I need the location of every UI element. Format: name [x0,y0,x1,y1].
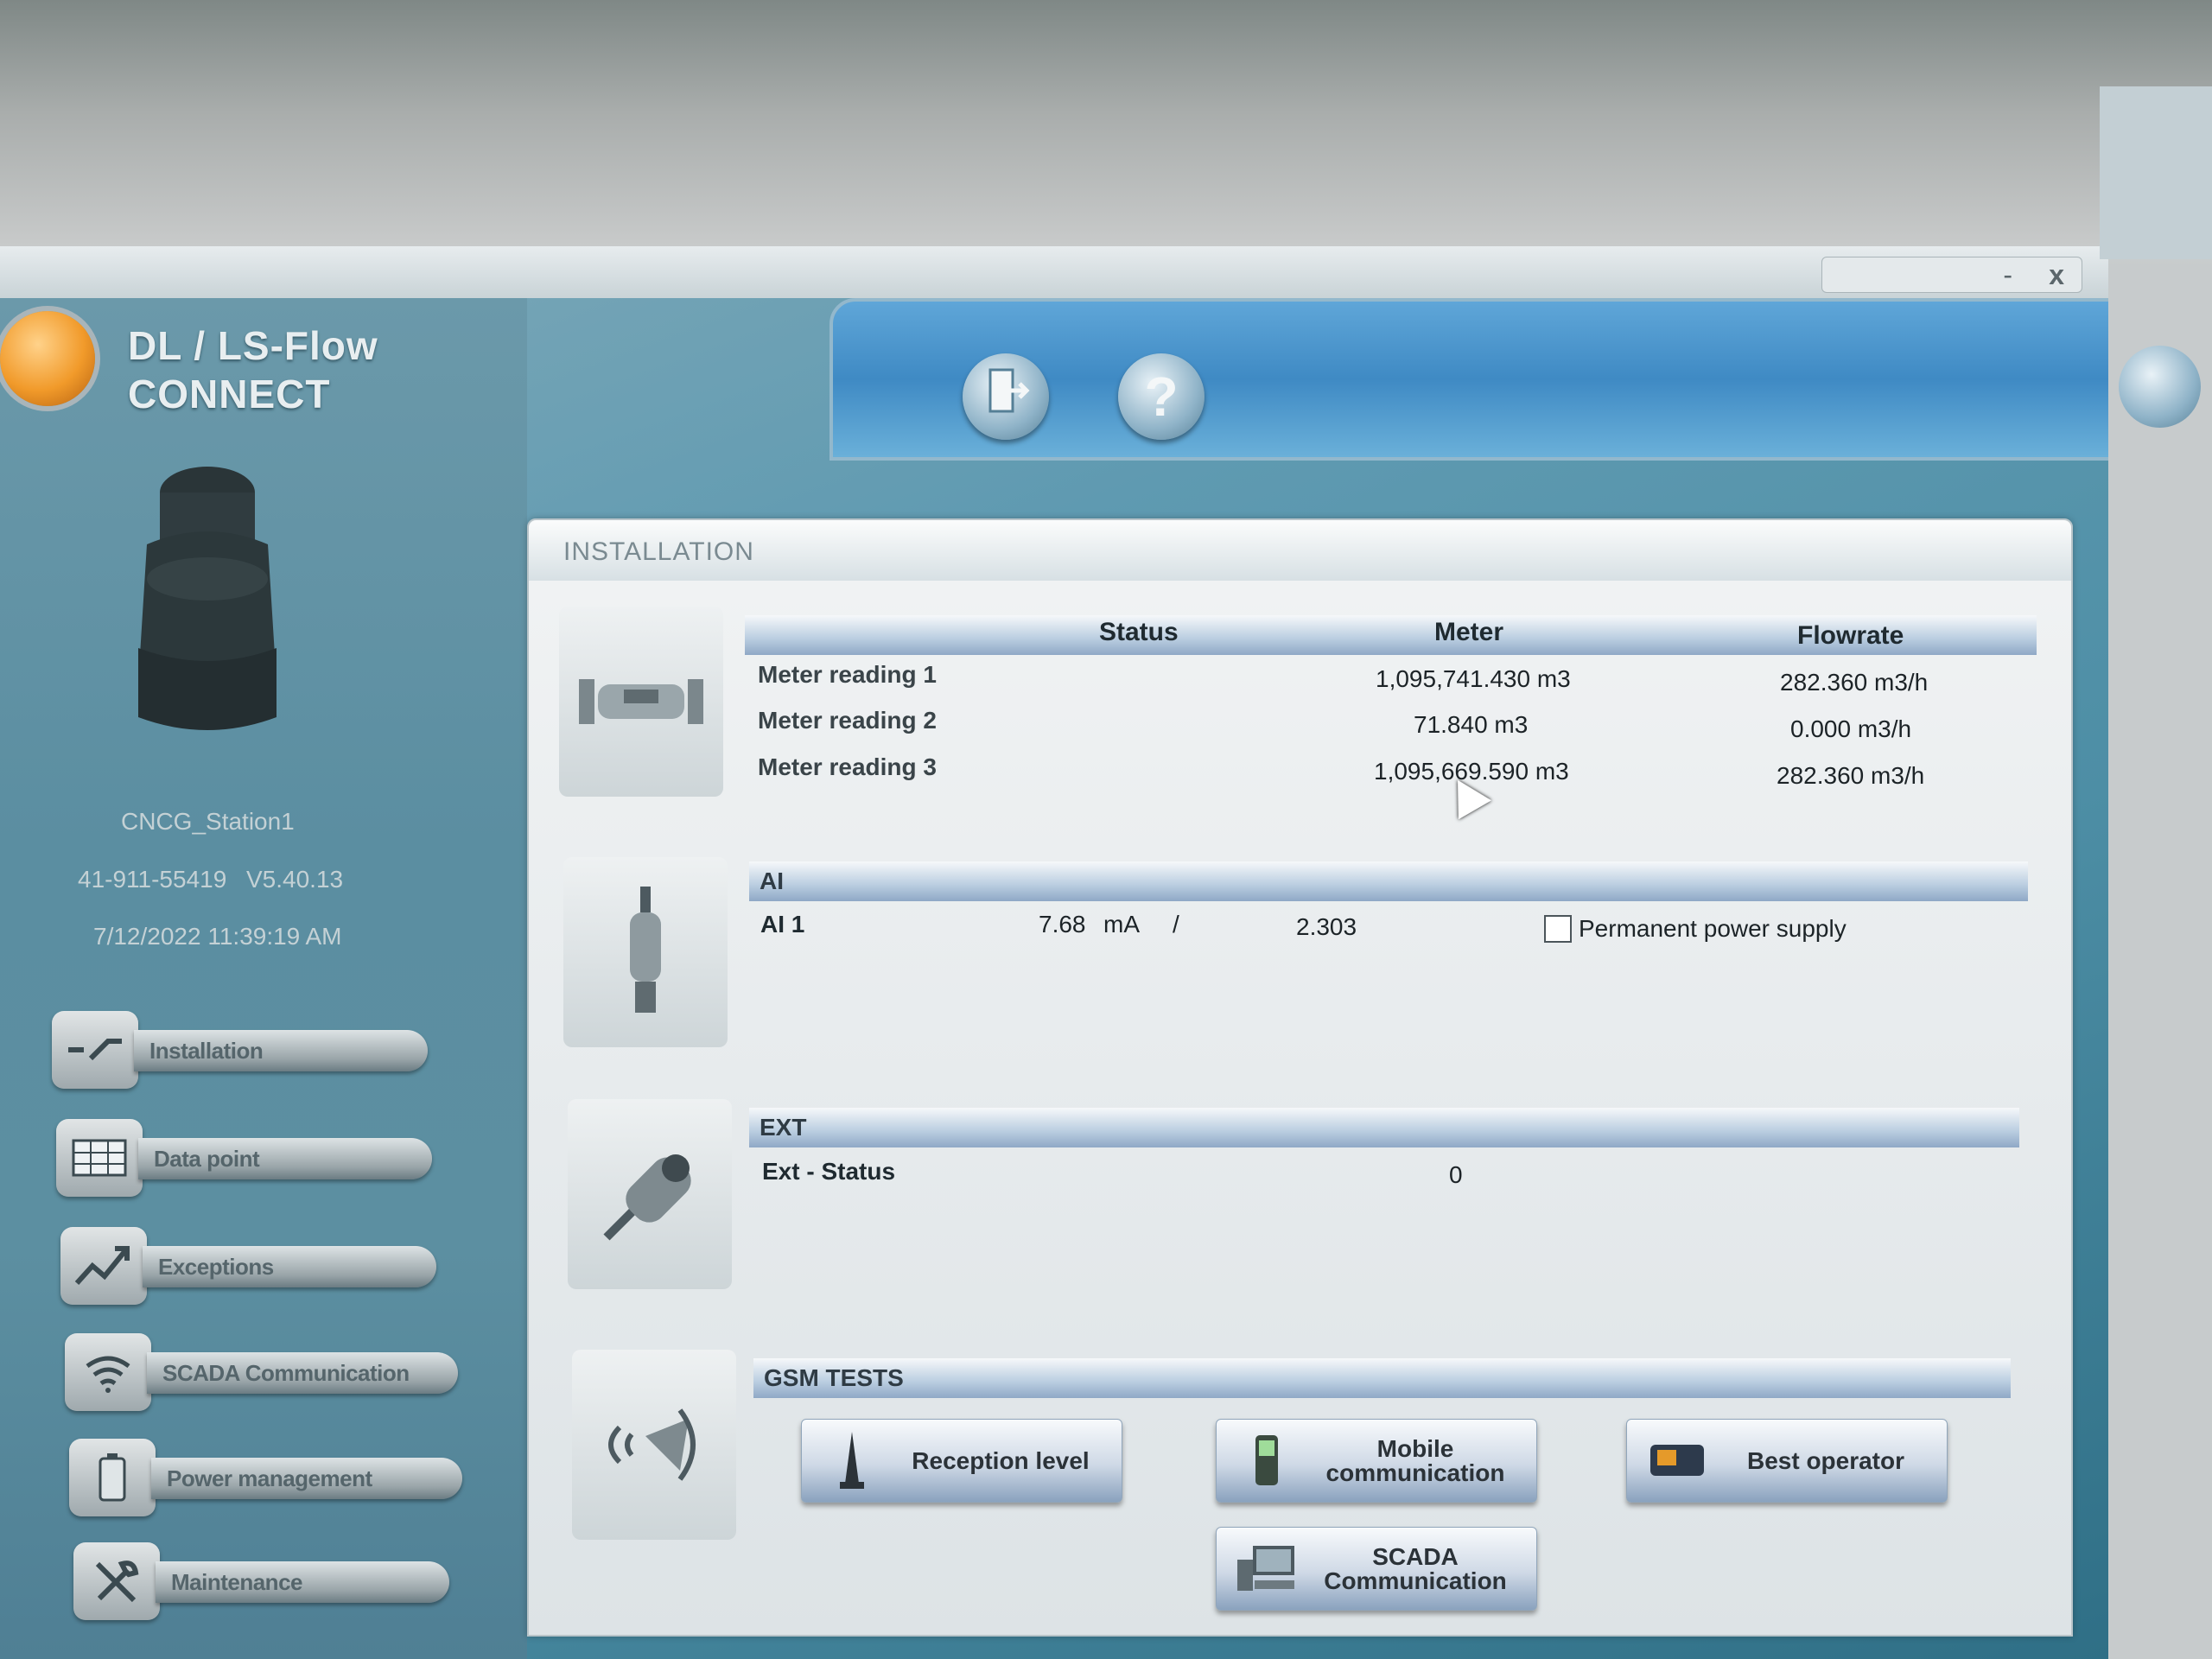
ext-status-value: 0 [1449,1161,1463,1188]
top-toolbar: ? [830,298,2108,461]
app-title-line1: DL / LS-Flow [128,323,378,368]
gsm-tests-header: GSM TESTS [753,1358,2011,1398]
installation-icon [52,1011,138,1089]
close-button[interactable]: x [2049,257,2064,292]
panel-header: INSTALLATION [529,520,2071,581]
exit-button[interactable] [963,353,1049,440]
pressure-sensor-icon [563,857,728,1047]
right-edge-button[interactable] [2119,346,2201,428]
sidebar-item-label: Power management [151,1458,462,1499]
ai-label: AI 1 [760,911,805,938]
window-controls: - x [1821,257,2082,293]
panel-title: INSTALLATION [563,537,754,566]
ai-value: 7.68 [1039,911,1086,938]
help-icon: ? [1144,365,1179,428]
ai-header: AI [749,861,2028,901]
computer-icon [1232,1538,1301,1599]
reception-level-button[interactable]: Reception level [801,1419,1122,1503]
sidebar-item-label: Exceptions [143,1246,436,1287]
firmware-version: V5.40.13 [246,866,344,893]
flowrate-value: 282.360 m3/h [1780,669,1929,696]
reception-level-label: Reception level [912,1446,1090,1474]
exit-door-icon [980,365,1032,429]
best-operator-label: Best operator [1746,1446,1905,1474]
station-name: CNCG_Station1 [121,808,295,835]
device-serial: 41-911-55419 [78,866,227,893]
sidebar-item-label: Data point [138,1138,432,1179]
monitor-bezel [0,0,2212,251]
mobile-phone-icon [1232,1430,1301,1491]
right-edge-panel [2100,86,2212,259]
battery-icon [69,1439,156,1516]
mobile-communication-button[interactable]: Mobile communication [1216,1419,1537,1503]
exceptions-icon [60,1227,147,1305]
ai-unit: mA [1103,911,1140,938]
ext-status-label: Ext - Status [762,1158,896,1185]
title-bar: - x [0,246,2108,298]
best-operator-button[interactable]: Best operator [1626,1419,1948,1503]
scada-communication-label: SCADA Communication [1324,1542,1507,1594]
app-logo [0,311,95,406]
flow-meter-icon [559,607,723,797]
column-meter: Meter [1434,618,1504,646]
ext-header: EXT [749,1108,2019,1147]
installation-panel: INSTALLATION Status Meter Flowrate Meter… [527,518,2073,1637]
meter-row-label: Meter reading 2 [758,707,937,734]
meter-row-label: Meter reading 1 [758,661,937,688]
antenna-icon [817,1430,887,1491]
scada-wifi-icon [65,1333,151,1411]
gsm-signal-icon [572,1350,736,1540]
wrench-icon [73,1542,160,1620]
connector-cable-icon [568,1099,732,1289]
minimize-button[interactable]: - [2003,257,2012,292]
app-title-line2: CONNECT [128,372,331,416]
data-point-icon [56,1119,143,1197]
meter-row-label: Meter reading 3 [758,753,937,780]
scada-communication-button[interactable]: SCADA Communication [1216,1527,1537,1611]
meter-value: 71.840 m3 [1414,711,1529,738]
sidebar-item-label: Installation [134,1030,428,1071]
flowrate-value: 0.000 m3/h [1790,715,1912,742]
app-title: DL / LS-Flow CONNECT [128,321,378,418]
permanent-power-label: Permanent power supply [1579,915,1847,942]
column-status: Status [1099,618,1179,646]
flowrate-value: 282.360 m3/h [1777,762,1925,789]
sidebar-item-label: Maintenance [156,1561,449,1603]
device-datetime: 7/12/2022 11:39:19 AM [93,923,342,950]
ai-separator: / [1173,911,1179,938]
sim-card-icon [1643,1430,1712,1491]
ai-scaled-value: 2.303 [1296,913,1357,940]
device-image [112,458,302,752]
help-button[interactable]: ? [1118,353,1205,440]
sidebar-item-label: SCADA Communication [147,1352,458,1394]
permanent-power-checkbox[interactable] [1544,915,1572,943]
mobile-communication-label: Mobile communication [1325,1434,1505,1486]
meter-value: 1,095,741.430 m3 [1376,665,1571,692]
column-flowrate: Flowrate [1797,621,1904,650]
